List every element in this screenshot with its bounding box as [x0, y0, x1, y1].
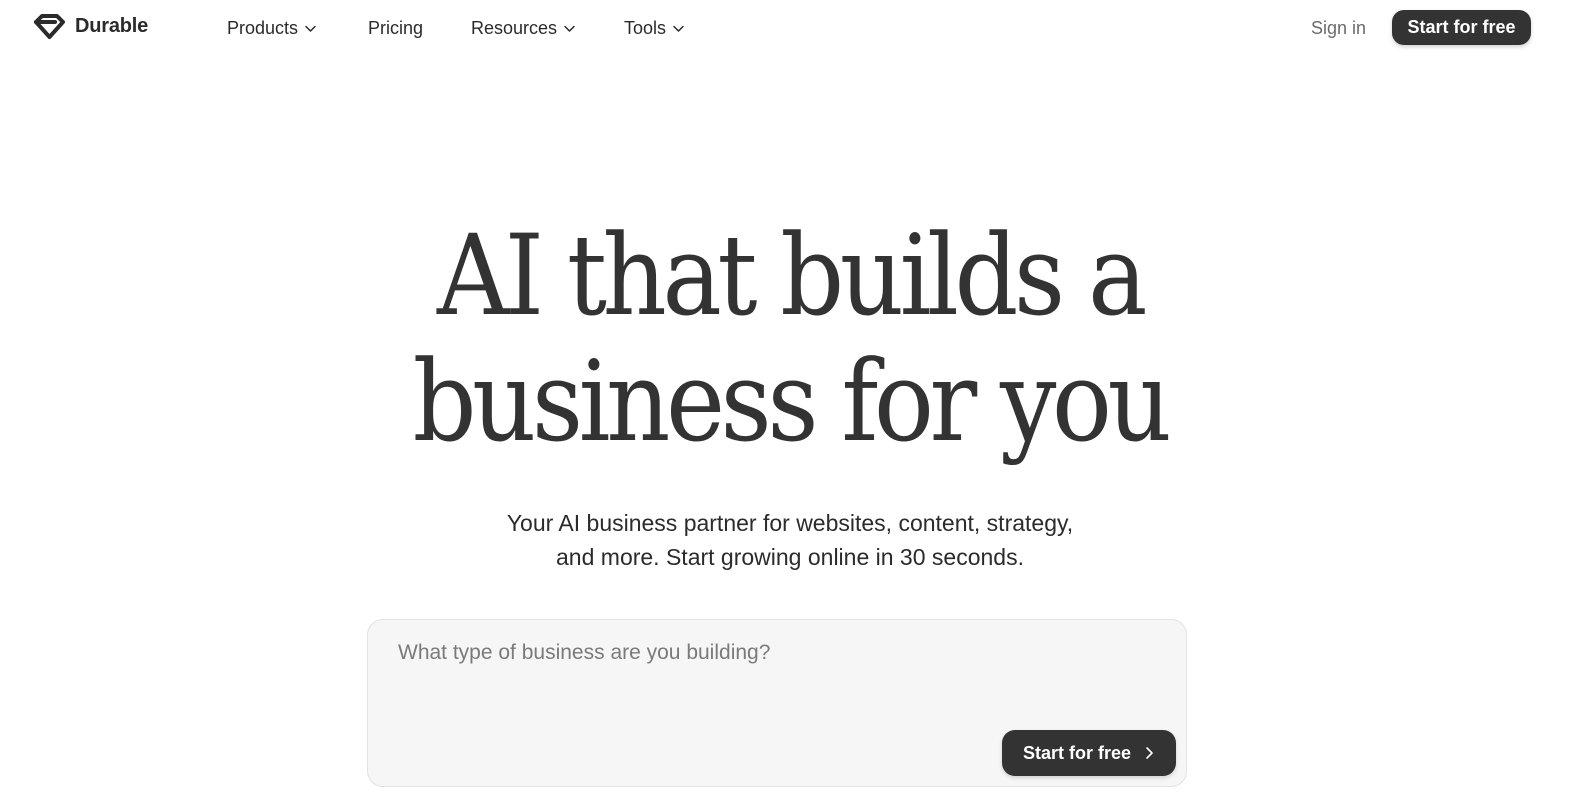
nav-item-resources[interactable]: Resources	[471, 16, 576, 40]
hero-subtitle: Your AI business partner for websites, c…	[0, 506, 1580, 574]
chevron-down-icon	[673, 25, 684, 32]
nav-item-tools-label: Tools	[624, 18, 667, 38]
business-prompt-box: Start for free	[367, 619, 1187, 787]
nav-item-pricing[interactable]: Pricing	[368, 16, 423, 40]
nav-item-products[interactable]: Products	[227, 16, 317, 40]
hero-title-line: AI that builds a	[436, 212, 1148, 341]
nav-item-products-label: Products	[227, 18, 299, 38]
prompt-start-for-free-label: Start for free	[1022, 742, 1132, 763]
business-type-input[interactable]	[398, 638, 1158, 718]
chevron-right-icon	[1146, 747, 1153, 759]
prompt-start-for-free-button[interactable]: Start for free	[1002, 730, 1176, 776]
brand-logo[interactable]: Durable	[33, 13, 148, 40]
hero-subtitle-line: Your AI business partner for websites, c…	[506, 510, 1074, 536]
brand-name: Durable	[75, 15, 149, 37]
hero-title-line: business for you	[412, 338, 1172, 467]
nav-item-tools[interactable]: Tools	[624, 16, 685, 40]
header-start-for-free-button[interactable]: Start for free	[1392, 10, 1531, 45]
site-header: Durable Products Pricing Resources Tools…	[0, 0, 1580, 56]
hero-subtitle-line: and more. Start growing online in 30 sec…	[556, 544, 1024, 570]
nav-item-resources-label: Resources	[471, 18, 558, 38]
diamond-logo-icon	[34, 14, 65, 39]
nav-item-pricing-label: Pricing	[368, 18, 424, 38]
hero-title: AI that builds a business for you	[79, 214, 1501, 466]
chevron-down-icon	[305, 25, 316, 32]
sign-in-link[interactable]: Sign in	[1311, 16, 1366, 40]
chevron-down-icon	[564, 25, 575, 32]
